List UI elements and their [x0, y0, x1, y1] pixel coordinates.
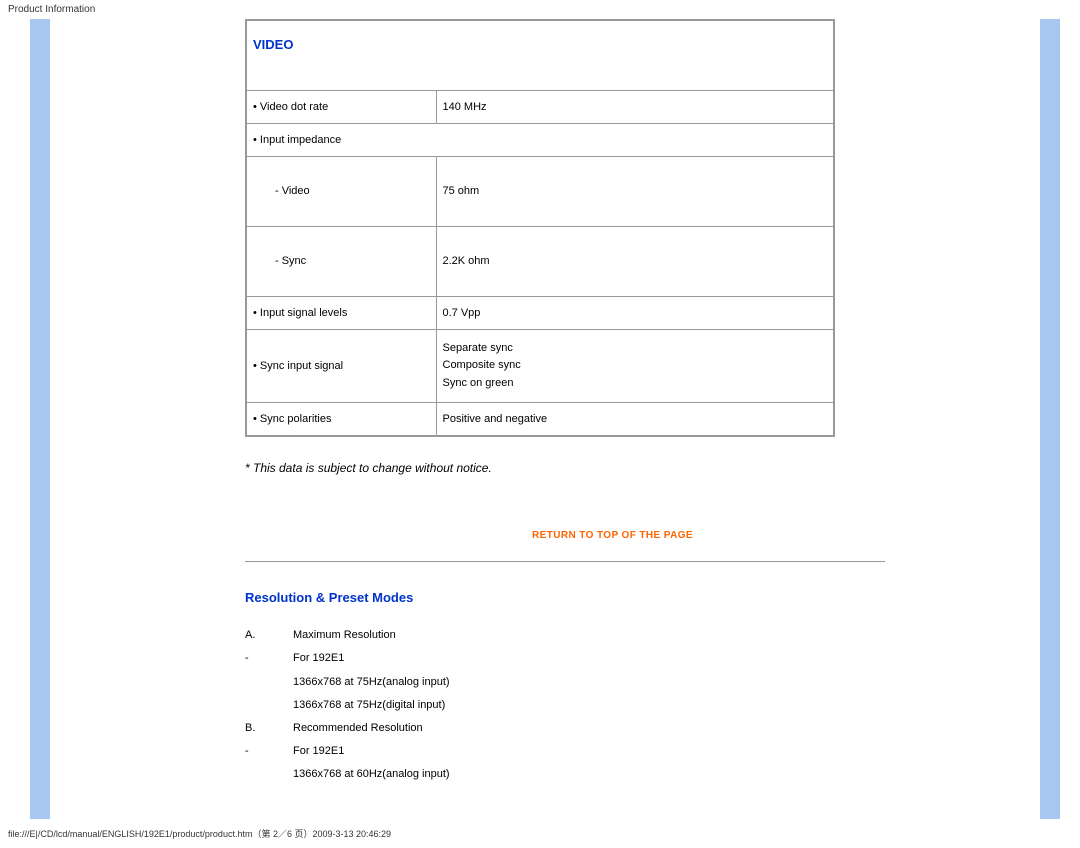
item-letter	[245, 699, 293, 712]
list-item: B. Recommended Resolution	[245, 722, 980, 735]
spec-value: Separate sync Composite sync Sync on gre…	[436, 329, 834, 403]
table-row: • Sync polarities Positive and negative	[246, 403, 834, 437]
spec-label: - Sync	[246, 226, 436, 296]
video-spec-table: VIDEO • Video dot rate 140 MHz • Input i…	[245, 19, 835, 437]
item-letter: -	[245, 745, 293, 758]
item-letter	[245, 768, 293, 781]
spec-label: • Sync input signal	[246, 329, 436, 403]
item-text: 1366x768 at 75Hz(digital input)	[293, 699, 445, 712]
item-text: For 192E1	[293, 652, 344, 665]
spec-label: • Sync polarities	[246, 403, 436, 437]
spec-label: • Input signal levels	[246, 296, 436, 329]
list-item: 1366x768 at 60Hz(analog input)	[245, 768, 980, 781]
spec-value: 2.2K ohm	[436, 226, 834, 296]
item-text: For 192E1	[293, 745, 344, 758]
spec-value: Positive and negative	[436, 403, 834, 437]
item-letter: -	[245, 652, 293, 665]
spec-value: 140 MHz	[436, 90, 834, 123]
video-header-cell: VIDEO	[246, 20, 834, 90]
spec-label: • Video dot rate	[246, 90, 436, 123]
list-item: - For 192E1	[245, 652, 980, 665]
table-row: • Sync input signal Separate sync Compos…	[246, 329, 834, 403]
item-letter: A.	[245, 629, 293, 642]
left-bar	[30, 19, 50, 819]
table-row: - Sync 2.2K ohm	[246, 226, 834, 296]
divider	[245, 561, 885, 562]
table-row: VIDEO	[246, 20, 834, 90]
item-letter: B.	[245, 722, 293, 735]
item-text: Recommended Resolution	[293, 722, 423, 735]
right-bar	[1040, 19, 1060, 819]
video-section-title: VIDEO	[253, 37, 293, 52]
spec-label: • Input impedance	[246, 123, 834, 156]
notice-text: * This data is subject to change without…	[245, 461, 980, 475]
item-text: 1366x768 at 60Hz(analog input)	[293, 768, 450, 781]
main-container: VIDEO • Video dot rate 140 MHz • Input i…	[0, 19, 1080, 819]
item-text: 1366x768 at 75Hz(analog input)	[293, 676, 450, 689]
spec-value: 75 ohm	[436, 156, 834, 226]
list-item: 1366x768 at 75Hz(analog input)	[245, 676, 980, 689]
list-item: - For 192E1	[245, 745, 980, 758]
resolution-section-title: Resolution & Preset Modes	[245, 590, 980, 605]
table-row: • Input signal levels 0.7 Vpp	[246, 296, 834, 329]
return-to-top-link[interactable]: RETURN TO TOP OF THE PAGE	[245, 530, 980, 541]
table-row: - Video 75 ohm	[246, 156, 834, 226]
table-row: • Video dot rate 140 MHz	[246, 90, 834, 123]
spec-value: 0.7 Vpp	[436, 296, 834, 329]
spec-label: - Video	[246, 156, 436, 226]
page-header: Product Information	[0, 0, 1080, 19]
main-content: VIDEO • Video dot rate 140 MHz • Input i…	[50, 19, 1040, 819]
list-item: A. Maximum Resolution	[245, 629, 980, 642]
list-item: 1366x768 at 75Hz(digital input)	[245, 699, 980, 712]
resolution-list: A. Maximum Resolution - For 192E1 1366x7…	[245, 629, 980, 781]
item-letter	[245, 676, 293, 689]
page-title: Product Information	[8, 4, 95, 15]
table-row: • Input impedance	[246, 123, 834, 156]
item-text: Maximum Resolution	[293, 629, 396, 642]
